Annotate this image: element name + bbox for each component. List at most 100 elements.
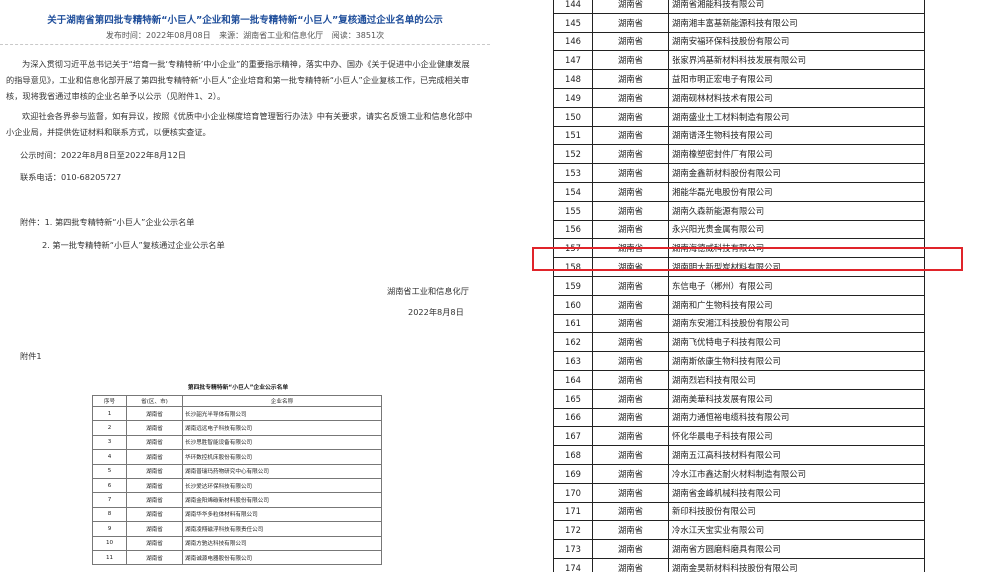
column-header: 序号 <box>92 395 127 407</box>
company-name-cell: 湖南华华多粒体材料有限公司 <box>182 506 382 523</box>
row-number-cell: 6 <box>92 477 127 494</box>
company-name-cell: 张家界鸿基新材料科技发展有限公司 <box>668 50 925 71</box>
province-cell: 湖南省 <box>126 521 183 537</box>
source-link[interactable]: 来源：湖南省工业和信息化厅 <box>219 31 323 40</box>
province-cell: 湖南省 <box>592 463 669 484</box>
company-name-cell: 冷水江天宝实业有限公司 <box>668 520 925 541</box>
row-number-cell: 148 <box>553 69 593 89</box>
province-cell: 湖南省 <box>592 388 669 409</box>
table-header-row: 序号 省(区、市) 企业名称 <box>92 395 382 407</box>
province-cell: 湖南省 <box>126 420 183 436</box>
table-row: 4 湖南省 华环数控机床股份有限公司 <box>92 449 382 465</box>
company-name-cell: 湖南美華科技发展有限公司 <box>668 388 925 409</box>
table-row: 173 湖南省 湖南省方圆磨料磨具有限公司 <box>553 539 925 559</box>
sign-date: 2022年8月8日 <box>408 307 464 317</box>
company-name-cell: 湖南盛业土工材料制造有限公司 <box>668 106 925 127</box>
row-number-cell: 155 <box>553 200 593 221</box>
row-number-cell: 166 <box>553 407 593 428</box>
province-cell: 湖南省 <box>592 294 669 315</box>
province-cell: 湖南省 <box>126 506 183 523</box>
company-list-panel: 144 湖南省 湖南省湘能科技有限公司 145 湖南省 湖南湘丰富基新能源科技有限公司 14… <box>553 0 927 572</box>
column-header: 省(区、市) <box>126 395 183 407</box>
row-number-cell: 156 <box>553 219 593 240</box>
table-row: 154 湖南省 湘能华磊光电股份有限公司 <box>553 181 925 202</box>
row-number-cell: 10 <box>92 535 127 551</box>
table-row: 157 湖南省 湖南海德威科技有限公司 <box>553 238 925 259</box>
row-number-cell: 161 <box>553 313 593 334</box>
row-number-cell: 5 <box>92 463 127 479</box>
company-name-cell: 湖南橡塑密封件厂有限公司 <box>668 144 925 165</box>
province-cell: 湖南省 <box>592 313 669 334</box>
row-number-cell: 158 <box>553 257 593 277</box>
province-cell: 湖南省 <box>592 557 669 572</box>
table-row: 165 湖南省 湖南美華科技发展有限公司 <box>553 388 925 409</box>
company-name-cell: 长沙思胜智能设备有限公司 <box>182 434 382 451</box>
row-number-cell: 162 <box>553 332 593 353</box>
row-number-cell: 145 <box>553 12 593 33</box>
table-row: 156 湖南省 永兴阳光贵金属有限公司 <box>553 219 925 240</box>
row-number-cell: 165 <box>553 388 593 409</box>
table-row: 168 湖南省 湖南五江高科技材料有限公司 <box>553 445 925 465</box>
province-cell: 湖南省 <box>592 181 669 202</box>
table-row: 161 湖南省 湖南东安湘江科技股份有限公司 <box>553 313 925 334</box>
row-number-cell: 154 <box>553 181 593 202</box>
company-name-cell: 湖南方驰达科技有限公司 <box>182 535 382 551</box>
row-number-cell: 4 <box>92 449 127 465</box>
company-name-cell: 湖南烈岩科技有限公司 <box>668 369 925 390</box>
table-row: 152 湖南省 湖南橡塑密封件厂有限公司 <box>553 144 925 165</box>
company-name-cell: 长沙爱达环保科技有限公司 <box>182 477 382 494</box>
province-cell: 湖南省 <box>126 449 183 465</box>
row-number-cell: 159 <box>553 275 593 296</box>
table-row: 1 湖南省 长沙韶光半导体有限公司 <box>92 405 382 422</box>
company-name-cell: 永兴阳光贵金属有限公司 <box>668 219 925 240</box>
province-cell: 湖南省 <box>126 463 183 479</box>
company-name-cell: 湖南湘丰富基新能源科技有限公司 <box>668 12 925 33</box>
table-row: 150 湖南省 湖南盛业土工材料制造有限公司 <box>553 106 925 127</box>
page-title: 关于湖南省第四批专精特新“小巨人”企业和第一批专精特新“小巨人”复核通过企业名单… <box>47 15 443 26</box>
company-name-cell: 湖南东安湘江科技股份有限公司 <box>668 313 925 334</box>
row-number-cell: 157 <box>553 238 593 259</box>
province-cell: 湖南省 <box>126 434 183 451</box>
province-cell: 湖南省 <box>592 31 669 52</box>
company-name-cell: 湖南远远电子科技有限公司 <box>182 420 382 436</box>
table-row: 147 湖南省 张家界鸿基新材料科技发展有限公司 <box>553 50 925 71</box>
attachment-2-link[interactable]: 2. 第一批专精特新“小巨人”复核通过企业公示名单 <box>42 239 225 251</box>
company-name-cell: 湖南斯依康生物科技有限公司 <box>668 351 925 371</box>
table-row: 9 湖南省 湖南凌翔磁浮科技有限责任公司 <box>92 521 382 537</box>
company-name-cell: 湖南省金峰机械科技有限公司 <box>668 482 925 503</box>
company-name-cell: 湖南省方圆磨料磨具有限公司 <box>668 539 925 559</box>
view-count: 阅读：3851次 <box>331 31 385 40</box>
table-row: 167 湖南省 怀化华晨电子科技有限公司 <box>553 426 925 447</box>
company-name-cell: 东信电子（郴州）有限公司 <box>668 275 925 296</box>
row-number-cell: 8 <box>92 506 127 523</box>
province-cell: 湖南省 <box>126 549 183 566</box>
row-number-cell: 171 <box>553 501 593 522</box>
attachment-label: 附件1 <box>20 351 42 361</box>
company-table: 144 湖南省 湖南省湘能科技有限公司 145 湖南省 湖南湘丰富基新能源科技有限公司 14… <box>553 0 925 572</box>
intro-paragraph: 为深入贯彻习近平总书记关于“培育一批‘专精特新’中小企业”的重要指示精神，落实中… <box>6 59 470 101</box>
province-cell: 湖南省 <box>592 351 669 371</box>
company-name-cell: 益阳市明正宏电子有限公司 <box>668 69 925 89</box>
attachment-1-link[interactable]: 附件：1. 第四批专精特新“小巨人”企业公示名单 <box>20 216 194 228</box>
company-name-cell: 湖南久森新能源有限公司 <box>668 200 925 221</box>
company-name-cell: 湖南谱泽生物科技有限公司 <box>668 125 925 146</box>
table-row: 11 湖南省 湖南诚源电器股份有限公司 <box>92 549 382 566</box>
province-cell: 湖南省 <box>592 539 669 559</box>
table-row: 2 湖南省 湖南远远电子科技有限公司 <box>92 420 382 436</box>
company-name-cell: 湖南金阳烯碳新材料股份有限公司 <box>182 492 382 508</box>
company-name-cell: 湖南金鑫新材料股份有限公司 <box>668 163 925 183</box>
province-cell: 湖南省 <box>592 257 669 277</box>
table-row: 6 湖南省 长沙爱达环保科技有限公司 <box>92 477 382 494</box>
company-name-cell: 湖南砚林材料技术有限公司 <box>668 87 925 108</box>
province-cell: 湖南省 <box>592 87 669 108</box>
company-name-cell: 怀化华晨电子科技有限公司 <box>668 426 925 447</box>
province-cell: 湖南省 <box>592 219 669 240</box>
row-number-cell: 3 <box>92 434 127 451</box>
row-number-cell: 149 <box>553 87 593 108</box>
province-cell: 湖南省 <box>592 69 669 89</box>
row-number-cell: 9 <box>92 521 127 537</box>
publish-time: 发布时间：2022年08月08日 <box>105 31 211 40</box>
company-name-cell: 湖南凌翔磁浮科技有限责任公司 <box>182 521 382 537</box>
article-meta: 发布时间：2022年08月08日 来源：湖南省工业和信息化厅 阅读：3851次 <box>0 30 490 41</box>
row-number-cell: 160 <box>553 294 593 315</box>
